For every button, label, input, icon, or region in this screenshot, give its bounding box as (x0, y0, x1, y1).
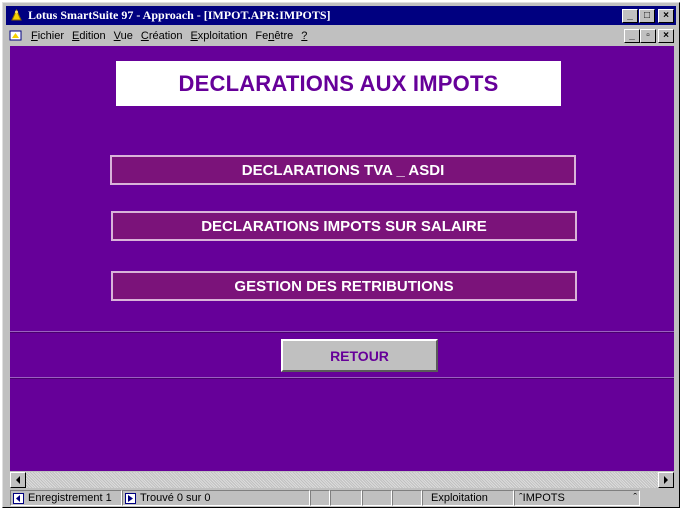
menu-edition-label: dition (79, 29, 106, 42)
status-cell (330, 490, 362, 506)
doc-close-button[interactable]: × (658, 28, 674, 43)
menu-creation-label: réation (148, 29, 183, 42)
minimize-button[interactable]: _ (622, 8, 638, 23)
retributions-button-label: GESTION DES RETRIBUTIONS (234, 277, 454, 295)
found-status[interactable]: Trouvé 0 sur 0 (122, 490, 310, 506)
record-status-text: Enregistrement 1 (28, 492, 112, 504)
menu-help-mnemonic: ? (301, 29, 308, 42)
status-cell (392, 490, 422, 506)
tva-button[interactable]: DECLARATIONS TVA _ ASDI (110, 155, 576, 185)
mode-status-text: Exploitation (431, 492, 488, 504)
menu-fichier-label: ichier (37, 29, 65, 42)
document-icon[interactable] (9, 29, 23, 43)
form-heading: DECLARATIONS AUX IMPOTS (178, 70, 499, 96)
menu-edition[interactable]: Edition (68, 30, 110, 42)
retour-button-label: RETOUR (330, 347, 389, 364)
menu-fichier-mnemonic: F (31, 29, 38, 42)
impots-salaire-button-label: DECLARATIONS IMPOTS SUR SALAIRE (201, 217, 487, 235)
menu-bar: Fichier Edition Vue Création Exploitatio… (6, 26, 676, 45)
record-nav-icon[interactable] (13, 492, 24, 504)
menu-exploitation[interactable]: Exploitation (186, 30, 251, 42)
close-icon: × (663, 29, 669, 41)
lotus-app-icon[interactable] (9, 9, 23, 23)
view-name: IMPOTS (522, 492, 565, 504)
menu-vue-mnemonic: V (113, 29, 121, 42)
form-canvas: DECLARATIONS AUX IMPOTS DECLARATIONS TVA… (10, 46, 674, 471)
found-status-text: Trouvé 0 sur 0 (140, 492, 211, 504)
menu-vue[interactable]: Vue (110, 30, 137, 42)
doc-restore-button[interactable]: ▫ (640, 28, 656, 43)
menu-exploitation-label: xploitation (197, 29, 248, 42)
restore-icon: □ (643, 9, 651, 21)
retour-button[interactable]: RETOUR (281, 339, 438, 372)
separator-line (10, 331, 674, 333)
minimize-icon: _ (629, 29, 635, 41)
view-status[interactable]: ˆIMPOTS ˆ (514, 490, 640, 506)
status-cell (362, 490, 392, 506)
menu-fenetre-prefix: Fe (255, 29, 269, 42)
scroll-right-button[interactable] (658, 472, 674, 488)
menu-help[interactable]: ? (297, 30, 311, 42)
view-status-text: ˆIMPOTS (519, 492, 565, 504)
menu-exploitation-mnemonic: E (190, 29, 198, 42)
arrow-left-icon (16, 476, 20, 484)
close-button[interactable]: × (658, 8, 674, 23)
status-bar: Enregistrement 1 Trouvé 0 sur 0 Exploita… (10, 490, 674, 506)
minimize-icon: _ (627, 9, 633, 21)
mode-status[interactable]: Exploitation (422, 490, 514, 506)
retributions-button[interactable]: GESTION DES RETRIBUTIONS (111, 271, 577, 301)
impots-salaire-button[interactable]: DECLARATIONS IMPOTS SUR SALAIRE (111, 211, 577, 241)
status-cell (310, 490, 330, 506)
view-selector-icon: ˆ (633, 492, 637, 504)
arrow-right-icon (664, 476, 668, 484)
record-status[interactable]: Enregistrement 1 (10, 490, 122, 506)
close-icon: × (663, 9, 669, 21)
tva-button-label: DECLARATIONS TVA _ ASDI (241, 161, 445, 179)
form-heading-box: DECLARATIONS AUX IMPOTS (116, 61, 561, 106)
window-title: Lotus SmartSuite 97 - Approach - [IMPOT.… (28, 8, 331, 22)
menu-fichier[interactable]: Fichier (27, 30, 68, 42)
application-window: Lotus SmartSuite 97 - Approach - [IMPOT.… (2, 2, 680, 508)
menu-fenetre-label: être (274, 29, 294, 42)
menu-creation-mnemonic: C (140, 29, 149, 42)
separator-line (10, 377, 674, 379)
doc-minimize-button[interactable]: _ (624, 28, 640, 43)
menu-vue-label: ue (120, 29, 133, 42)
horizontal-scrollbar[interactable] (10, 472, 674, 488)
scroll-left-button[interactable] (10, 472, 26, 488)
restore-icon: ▫ (646, 29, 650, 41)
title-bar[interactable]: Lotus SmartSuite 97 - Approach - [IMPOT.… (6, 6, 676, 25)
restore-button[interactable]: □ (639, 8, 655, 23)
menu-creation[interactable]: Création (137, 30, 187, 42)
menu-fenetre[interactable]: Fenêtre (251, 30, 297, 42)
find-icon[interactable] (125, 492, 136, 504)
